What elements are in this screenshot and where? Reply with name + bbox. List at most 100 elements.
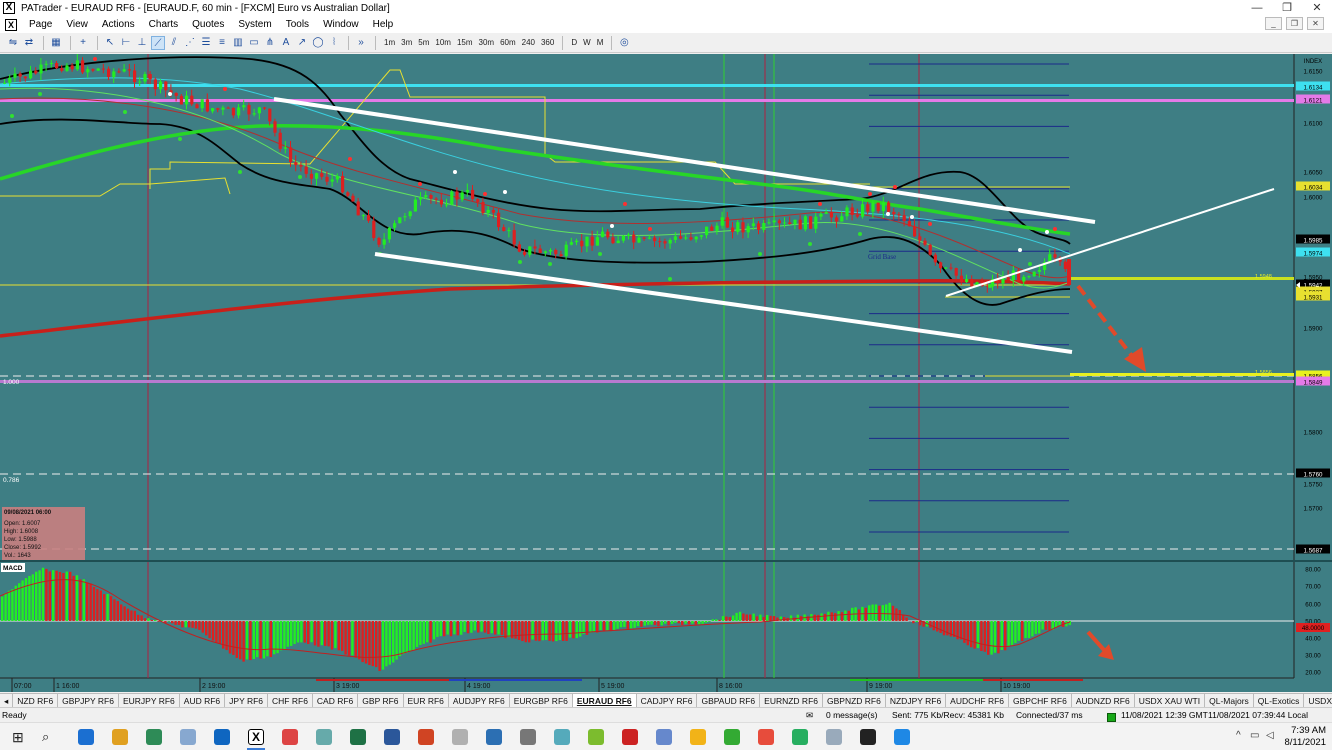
word-icon[interactable] — [384, 729, 400, 745]
minimize-button[interactable]: — — [1242, 0, 1272, 16]
symbol-tab[interactable]: CHF RF6 — [268, 694, 313, 707]
app-icon-22[interactable] — [826, 729, 842, 745]
search-icon[interactable]: ⌕ — [42, 729, 58, 745]
symbol-tab[interactable]: GBPAUD RF6 — [697, 694, 761, 707]
chrome-icon[interactable] — [112, 729, 128, 745]
app-icon-13[interactable] — [520, 729, 536, 745]
symbol-tab[interactable]: EURNZD RF6 — [760, 694, 823, 707]
app-icon-19[interactable] — [724, 729, 740, 745]
app-icon-24[interactable] — [894, 729, 910, 745]
mdi-close-button[interactable]: ✕ — [1307, 17, 1324, 30]
fibonacci-fan-icon[interactable]: ⋰ — [183, 36, 197, 50]
menu-page[interactable]: Page — [22, 19, 59, 30]
document-icon[interactable]: X — [5, 18, 17, 31]
chart-type-icon[interactable]: ▦ — [49, 36, 63, 50]
more-tools-icon[interactable]: » — [354, 36, 368, 50]
link-icon[interactable]: ⇋ — [6, 36, 20, 50]
taskbar-clock[interactable]: 7:39 AM 8/11/2021 — [1284, 725, 1326, 749]
patrader-icon[interactable]: X — [247, 729, 265, 750]
app-icon-7[interactable] — [316, 729, 332, 745]
app-icon-11[interactable] — [452, 729, 468, 745]
symbol-tab[interactable]: USDX XAU WTI — [1135, 694, 1206, 707]
arrow-icon[interactable]: ↗ — [295, 36, 309, 50]
crosshair-icon[interactable]: + — [76, 36, 90, 50]
pointer-icon[interactable]: ↖ — [103, 36, 117, 50]
menu-view[interactable]: View — [59, 19, 95, 30]
app-icon-17[interactable] — [656, 729, 672, 745]
close-button[interactable]: ✕ — [1302, 0, 1332, 16]
period-monthly[interactable]: M — [594, 38, 607, 47]
menu-window[interactable]: Window — [316, 19, 366, 30]
symbol-tab[interactable]: CAD RF6 — [313, 694, 359, 707]
mdi-restore-button[interactable]: ❐ — [1286, 17, 1303, 30]
windows-start-icon[interactable]: ⊞ — [12, 729, 28, 745]
app-icon-21[interactable] — [792, 729, 808, 745]
symbol-tab[interactable]: GBPCHF RF6 — [1009, 694, 1072, 707]
symbol-tab[interactable]: NZDJPY RF6 — [886, 694, 947, 707]
symbol-tab[interactable]: GBPNZD RF6 — [823, 694, 886, 707]
menu-tools[interactable]: Tools — [279, 19, 316, 30]
trendline-icon[interactable]: ⟋ — [151, 35, 165, 50]
pitchfork-icon[interactable]: ⋔ — [263, 36, 277, 50]
app-icon-23[interactable] — [860, 729, 876, 745]
timeframe-30m[interactable]: 30m — [476, 38, 498, 47]
symbol-tab[interactable]: GBPJPY RF6 — [58, 694, 119, 707]
fibonacci-extension-icon[interactable]: ≡ — [215, 36, 229, 50]
ellipse-icon[interactable]: ◯ — [311, 36, 325, 50]
status-messages[interactable]: 0 message(s) — [826, 710, 878, 720]
text-icon[interactable]: A — [279, 36, 293, 50]
symbol-tab[interactable]: JPY RF6 — [225, 694, 269, 707]
period-weekly[interactable]: W — [580, 38, 594, 47]
app-icon-4[interactable] — [180, 729, 196, 745]
tab-scroll-left-icon[interactable]: ◂ — [0, 694, 14, 707]
symbol-tab[interactable]: EURGBP RF6 — [510, 694, 573, 707]
menu-system[interactable]: System — [231, 19, 278, 30]
outlook-icon[interactable] — [214, 729, 230, 745]
menu-quotes[interactable]: Quotes — [185, 19, 231, 30]
timeframe-60m[interactable]: 60m — [497, 38, 519, 47]
menu-actions[interactable]: Actions — [95, 19, 142, 30]
app-icon-16[interactable] — [622, 729, 638, 745]
symbol-tab[interactable]: AUD RF6 — [180, 694, 226, 707]
powerpoint-icon[interactable] — [418, 729, 434, 745]
fibonacci-retracement-icon[interactable]: ☰ — [199, 36, 213, 50]
symbol-tab[interactable]: EURJPY RF6 — [119, 694, 180, 707]
timeframe-360[interactable]: 360 — [538, 38, 557, 47]
symbol-tab[interactable]: AUDNZD RF6 — [1072, 694, 1135, 707]
maximize-button[interactable]: ❐ — [1272, 0, 1302, 16]
message-icon[interactable]: ✉ — [806, 710, 813, 721]
symbol-tab[interactable]: EURAUD RF6 — [572, 694, 637, 707]
timeframe-10m[interactable]: 10m — [432, 38, 454, 47]
settings-icon[interactable]: ◎ — [617, 36, 631, 50]
menu-charts[interactable]: Charts — [142, 19, 185, 30]
timeframe-240[interactable]: 240 — [519, 38, 538, 47]
channel-icon[interactable]: ⫽ — [167, 36, 181, 50]
symbol-tab[interactable]: AUDCHF RF6 — [946, 694, 1010, 707]
app-icon-15[interactable] — [588, 729, 604, 745]
gann-grid-icon[interactable]: ▥ — [231, 36, 245, 50]
horizontal-line-icon[interactable]: ⊢ — [119, 36, 133, 50]
timeframe-5m[interactable]: 5m — [415, 38, 432, 47]
app-icon-18[interactable] — [690, 729, 706, 745]
timeframe-15m[interactable]: 15m — [454, 38, 476, 47]
tray-chevron-icon[interactable]: ^ — [1236, 730, 1241, 741]
symbol-tab[interactable]: USDX RF6 — [1304, 694, 1332, 707]
rectangle-icon[interactable]: ▭ — [247, 36, 261, 50]
app-icon-3[interactable] — [146, 729, 162, 745]
cycle-icon[interactable]: ⦚ — [327, 36, 341, 50]
period-daily[interactable]: D — [568, 38, 580, 47]
menu-help[interactable]: Help — [366, 19, 401, 30]
app-icon-6[interactable] — [282, 729, 298, 745]
volume-icon[interactable]: ◁ — [1266, 730, 1274, 741]
vertical-line-icon[interactable]: ⊥ — [135, 36, 149, 50]
symbol-tab[interactable]: AUDJPY RF6 — [449, 694, 510, 707]
symbol-tab[interactable]: QL-Majors — [1205, 694, 1254, 707]
symbol-tab[interactable]: CADJPY RF6 — [637, 694, 698, 707]
mdi-minimize-button[interactable]: _ — [1265, 17, 1282, 30]
symbol-tab[interactable]: GBP RF6 — [358, 694, 404, 707]
symbol-tab[interactable]: QL-Exotics — [1254, 694, 1305, 707]
network-icon[interactable]: ▭ — [1250, 730, 1259, 741]
excel-icon[interactable] — [350, 729, 366, 745]
price-chart[interactable]: 1.6150 1.6134 1.6121 1.6100 1.6050 1.6034 1.60… — [0, 54, 1332, 692]
chart-link-icon[interactable]: ⇄ — [22, 36, 36, 50]
